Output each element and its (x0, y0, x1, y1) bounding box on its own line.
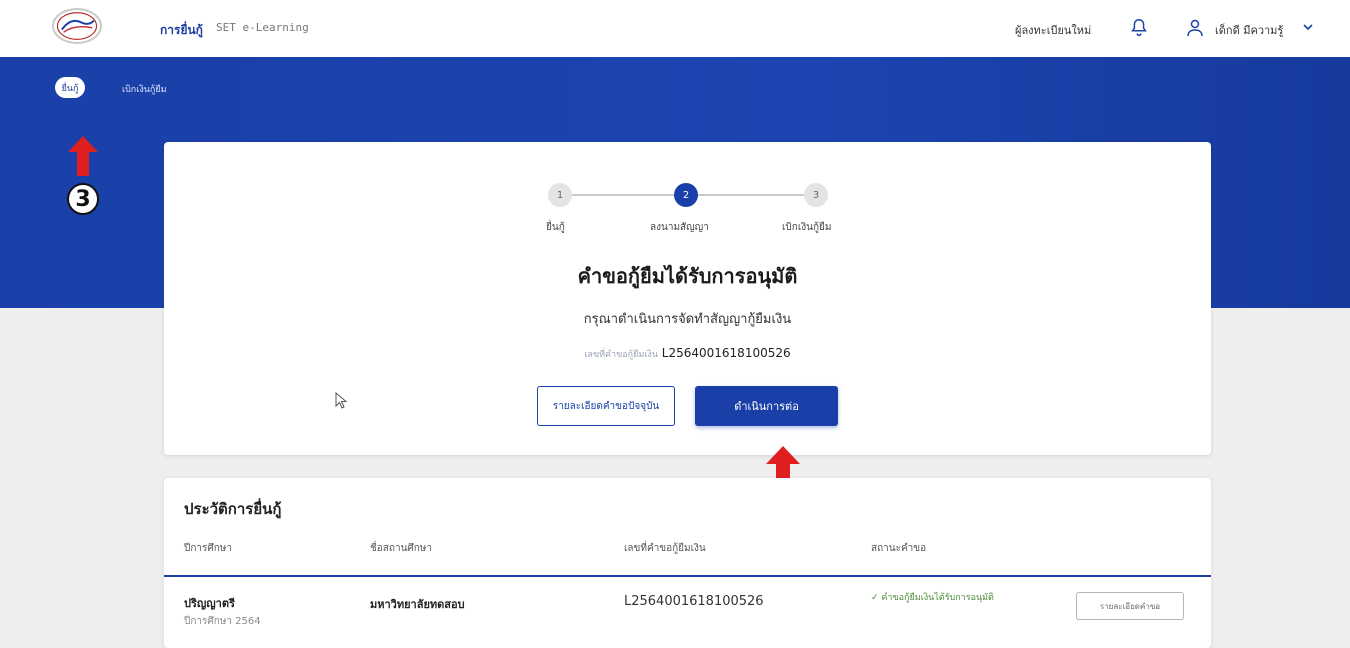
approval-card: 1 2 3 ยื่นกู้ ลงนามสัญญา เบิกเงินกู้ยืม … (164, 142, 1211, 455)
column-header-status: สถานะคำขอ (871, 543, 927, 554)
nav-loan[interactable]: การยื่นกู้ (160, 21, 203, 40)
stepper-line (698, 194, 804, 196)
loan-history-card: ประวัติการยื่นกู้ ปีการศึกษา ชื่อสถานศึก… (164, 478, 1211, 648)
step-1-label: ยื่นกู้ (546, 222, 565, 233)
step-2-label: ลงนามสัญญา (650, 222, 709, 233)
step-3-label: เบิกเงินกู้ยืม (782, 222, 832, 233)
annotation-badge-3: 3 (67, 183, 99, 215)
user-name[interactable]: เด็กดี มีความรู้ (1215, 21, 1283, 39)
loan-ref-line: เลขที่คำขอกู้ยืมเงิน L2564001618100526 (164, 346, 1211, 361)
nav-elearning[interactable]: SET e-Learning (216, 21, 309, 34)
row-level: ปริญญาตรี (184, 597, 235, 610)
column-header-school: ชื่อสถานศึกษา (370, 543, 433, 554)
loan-ref-label: เลขที่คำขอกู้ยืมเงิน (584, 350, 658, 360)
row-status-text: คำขอกู้ยืมเงินได้รับการอนุมัติ (881, 593, 994, 603)
step-2-circle: 2 (674, 183, 698, 207)
current-request-details-button[interactable]: รายละเอียดคำขอปัจจุบัน (537, 386, 675, 426)
user-icon[interactable] (1185, 18, 1205, 38)
continue-button[interactable]: ดำเนินการต่อ (695, 386, 838, 426)
approval-subtitle: กรุณาดำเนินการจัดทำสัญญากู้ยืมเงิน (583, 312, 792, 327)
row-year: ปีการศึกษา 2564 (184, 616, 261, 627)
mouse-cursor-icon (335, 392, 348, 409)
chevron-down-icon[interactable] (1301, 20, 1315, 34)
stepper-line (572, 194, 674, 196)
step-1-circle: 1 (548, 183, 572, 207)
row-details-button[interactable]: รายละเอียดคำขอ (1076, 592, 1184, 620)
check-icon: ✓ (871, 593, 882, 603)
tab-submit-loan[interactable]: ยื่นกู้ (55, 77, 85, 98)
approval-title: คำขอกู้ยืมได้รับการอนุมัติ (577, 264, 798, 288)
column-header-academic-year: ปีการศึกษา (184, 543, 232, 554)
kt-logo-icon[interactable] (52, 8, 102, 44)
row-school: มหาวิทยาลัยทดสอบ (370, 598, 465, 611)
bell-icon[interactable] (1128, 17, 1150, 39)
column-header-ref: เลขที่คำขอกู้ยืมเงิน (624, 543, 706, 554)
new-register-link[interactable]: ผู้ลงทะเบียนใหม่ (1015, 21, 1091, 39)
row-status: ✓ คำขอกู้ยืมเงินได้รับการอนุมัติ (871, 591, 994, 605)
header-divider (164, 575, 1211, 577)
step-3-circle: 3 (804, 183, 828, 207)
red-arrow-up-icon (68, 136, 98, 176)
top-navbar: การยื่นกู้ SET e-Learning ผู้ลงทะเบียนให… (0, 0, 1350, 57)
loan-ref-value: L2564001618100526 (661, 346, 791, 360)
history-title: ประวัติการยื่นกู้ (184, 500, 282, 518)
tab-withdraw-loan[interactable]: เบิกเงินกู้ยืม (122, 82, 167, 96)
row-ref: L2564001618100526 (624, 594, 764, 609)
